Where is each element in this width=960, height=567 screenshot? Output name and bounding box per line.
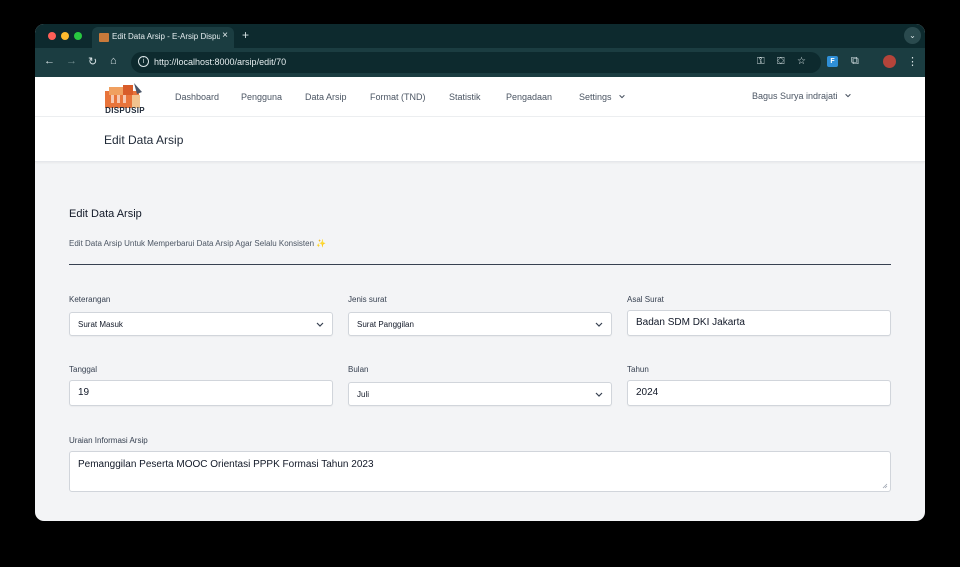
logo-text: DISPUSIP [105, 106, 145, 115]
bulan-select[interactable]: Juli [348, 382, 612, 406]
tanggal-label: Tanggal [69, 365, 98, 374]
extensions-puzzle-icon[interactable]: ⧉ [851, 55, 859, 68]
asal-surat-value: Badan SDM DKI Jakarta [636, 317, 745, 328]
tab-bar: Edit Data Arsip - E-Arsip Dispusip × + ⌄ [35, 24, 925, 48]
site-info-icon[interactable]: i [138, 56, 149, 67]
keterangan-value: Surat Masuk [78, 320, 123, 329]
browser-menu-icon[interactable]: ⋮ [907, 55, 918, 68]
nav-pengguna[interactable]: Pengguna [241, 92, 282, 102]
maximize-window-button[interactable] [74, 32, 82, 40]
bulan-label: Bulan [348, 365, 369, 374]
nav-pengadaan[interactable]: Pengadaan [506, 92, 552, 102]
user-menu[interactable]: Bagus Surya indrajati [752, 91, 852, 101]
tahun-label: Tahun [627, 365, 649, 374]
page-header: Edit Data Arsip [35, 117, 925, 162]
form-title: Edit Data Arsip [69, 208, 142, 220]
chevron-down-icon [316, 322, 324, 327]
chevron-down-icon [595, 322, 603, 327]
tab-title: Edit Data Arsip - E-Arsip Dispusip [112, 32, 220, 41]
bulan-value: Juli [357, 390, 370, 399]
bookmark-star-icon[interactable]: ☆ [797, 56, 806, 67]
close-window-button[interactable] [48, 32, 56, 40]
tahun-value: 2024 [636, 387, 659, 398]
uraian-label: Uraian Informasi Arsip [69, 436, 148, 445]
top-navigation: DISPUSIP Dashboard Pengguna Data Arsip F… [35, 77, 925, 117]
asal-surat-input[interactable]: Badan SDM DKI Jakarta [627, 310, 891, 336]
browser-window: Edit Data Arsip - E-Arsip Dispusip × + ⌄… [35, 24, 925, 521]
nav-dashboard[interactable]: Dashboard [175, 92, 219, 102]
nav-data-arsip[interactable]: Data Arsip [305, 92, 347, 102]
jenis-surat-value: Surat Panggilan [357, 320, 414, 329]
nav-format-tnd[interactable]: Format (TND) [370, 92, 426, 102]
chevron-down-icon [595, 392, 603, 397]
tahun-input[interactable]: 2024 [627, 380, 891, 406]
nav-statistik[interactable]: Statistik [449, 92, 481, 102]
tanggal-value: 19 [78, 387, 90, 398]
keterangan-label: Keterangan [69, 295, 111, 304]
home-icon[interactable]: ⌂ [110, 55, 117, 67]
nav-settings[interactable]: Settings [579, 92, 626, 102]
uraian-value: Pemanggilan Peserta MOOC Orientasi PPPK … [78, 459, 374, 470]
password-key-icon[interactable]: ⚿ [757, 56, 765, 67]
translate-icon[interactable]: ⛋ [777, 56, 785, 67]
favicon-icon [99, 33, 109, 42]
tab-search-button[interactable]: ⌄ [904, 27, 921, 44]
close-tab-button[interactable]: × [222, 30, 228, 41]
new-tab-button[interactable]: + [242, 28, 249, 42]
tanggal-input[interactable]: 19 [69, 380, 333, 406]
address-bar[interactable]: i http://localhost:8000/arsip/edit/70 ⚿ … [131, 52, 821, 73]
chevron-down-icon [619, 94, 625, 99]
extension-icon[interactable]: F [827, 56, 838, 67]
page-title: Edit Data Arsip [104, 133, 184, 147]
jenis-surat-select[interactable]: Surat Panggilan [348, 312, 612, 336]
browser-tab[interactable]: Edit Data Arsip - E-Arsip Dispusip × [92, 27, 234, 48]
divider [69, 264, 891, 265]
chevron-down-icon [845, 93, 851, 98]
minimize-window-button[interactable] [61, 32, 69, 40]
reload-icon[interactable]: ↻ [88, 55, 97, 68]
jenis-surat-label: Jenis surat [348, 295, 387, 304]
browser-toolbar: ← → ↻ ⌂ i http://localhost:8000/arsip/ed… [35, 48, 925, 77]
resize-grip-icon[interactable] [882, 483, 888, 489]
nav-settings-label: Settings [579, 92, 612, 102]
user-name: Bagus Surya indrajati [752, 91, 838, 101]
forward-icon[interactable]: → [66, 55, 77, 67]
keterangan-select[interactable]: Surat Masuk [69, 312, 333, 336]
back-icon[interactable]: ← [44, 55, 55, 67]
asal-surat-label: Asal Surat [627, 295, 664, 304]
url-text[interactable]: http://localhost:8000/arsip/edit/70 [154, 57, 286, 67]
profile-avatar[interactable] [883, 55, 896, 68]
form-description: Edit Data Arsip Untuk Memperbarui Data A… [69, 239, 327, 248]
uraian-textarea[interactable]: Pemanggilan Peserta MOOC Orientasi PPPK … [69, 451, 891, 492]
